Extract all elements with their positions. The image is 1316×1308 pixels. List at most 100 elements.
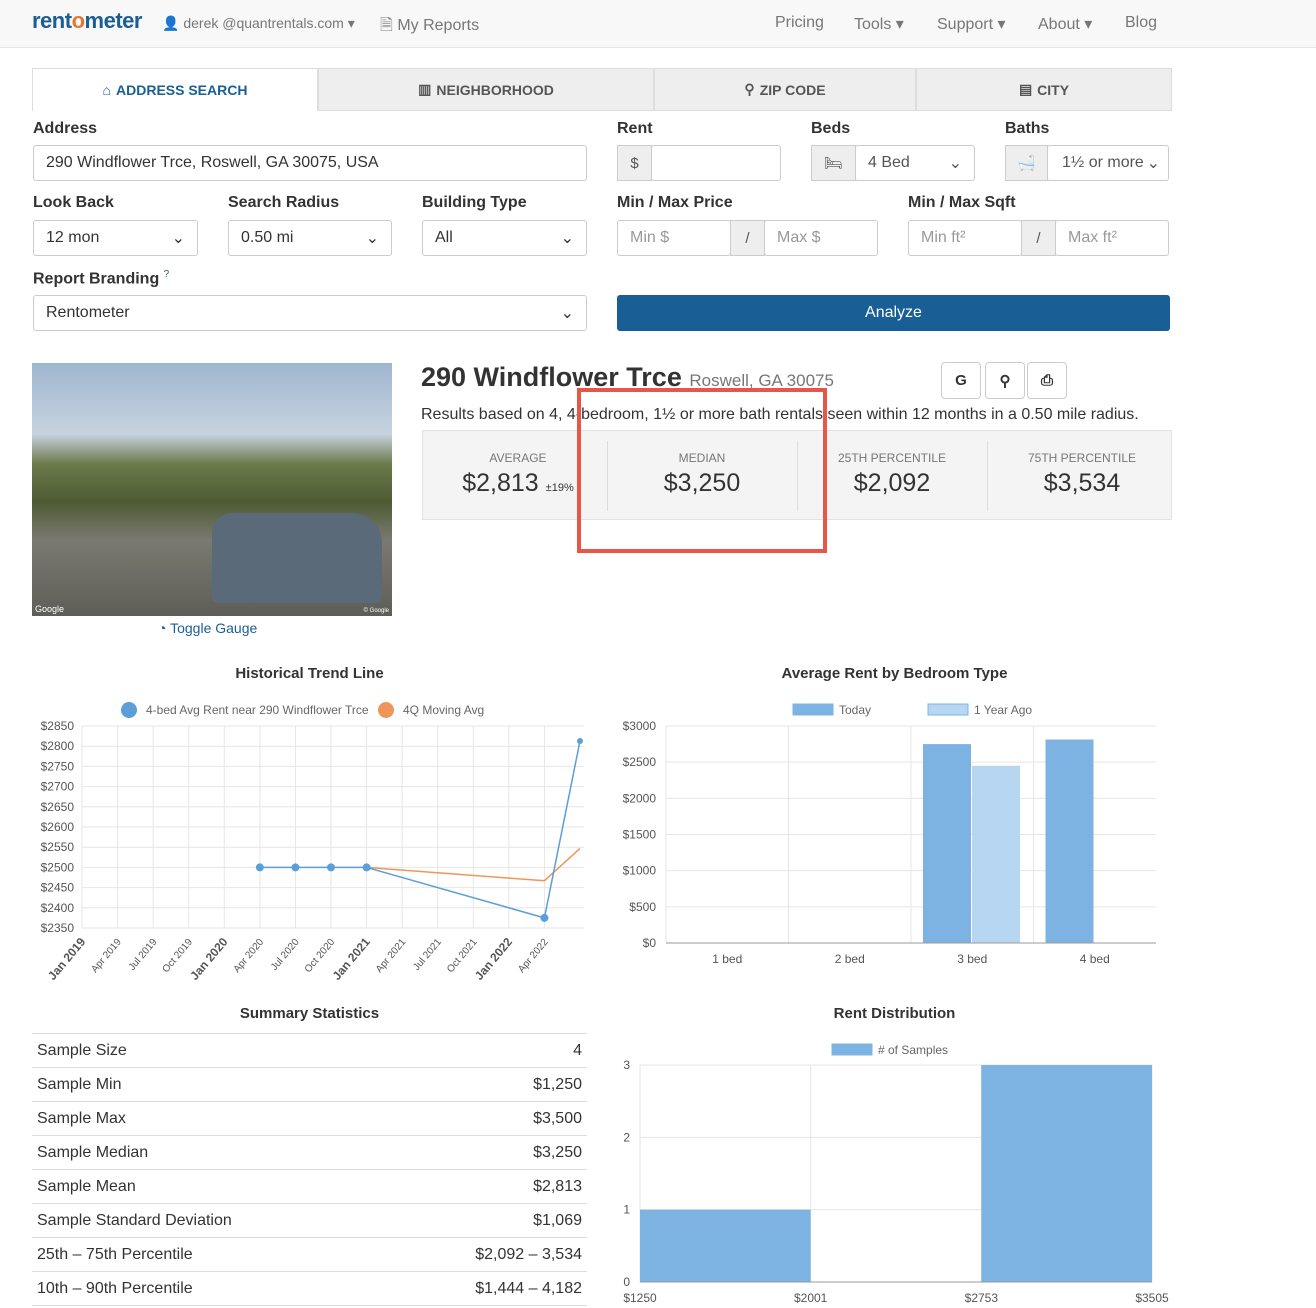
- trend-chart: $2850 $2800 $2750 $2700 $2650 $2600 $2550 $2500…: [41, 702, 584, 983]
- user-icon: 👤: [162, 15, 180, 31]
- nav-about[interactable]: About ▾: [1038, 14, 1092, 34]
- x-tick-label: Jan 2019: [45, 935, 89, 983]
- bar: [981, 1065, 1152, 1282]
- x-tick-label: Jul 2020: [269, 937, 302, 973]
- max-price-input[interactable]: Max $: [764, 220, 878, 256]
- branding-label: Report Branding ?: [33, 269, 170, 288]
- summary-value: $2,813: [533, 1177, 582, 1195]
- y-tick-label: $2400: [41, 901, 75, 915]
- y-tick-label: $2850: [41, 719, 75, 733]
- tab-zip-code[interactable]: ⚲ ZIP CODE: [654, 68, 916, 111]
- tab-address-search[interactable]: ⌂ ADDRESS SEARCH: [32, 68, 318, 111]
- data-point: [540, 913, 549, 922]
- gauge-icon: ◔: [158, 620, 167, 636]
- my-reports-link[interactable]: 🗎 My Reports: [380, 14, 479, 41]
- distribution-chart: 3 2 1 0 # of Samples $1250 $2001 $2753 $3505: [623, 1043, 1169, 1305]
- rent-label: Rent: [617, 120, 653, 137]
- x-tick-label: Apr 2019: [89, 937, 124, 975]
- summary-label: Sample Mean: [37, 1177, 136, 1195]
- radius-select[interactable]: 0.50 mi ⌄: [228, 220, 392, 256]
- legend-swatch: [831, 1043, 873, 1056]
- price-label: Min / Max Price: [617, 194, 733, 211]
- summary-row: Sample Mean $2,813: [32, 1169, 587, 1203]
- x-tick-label: Jul 2021: [411, 937, 444, 973]
- toggle-gauge-link[interactable]: ◔ Toggle Gauge: [158, 620, 257, 636]
- tab-neighborhood[interactable]: ▥ NEIGHBORHOOD: [318, 68, 654, 111]
- nav-tools[interactable]: Tools ▾: [854, 14, 904, 34]
- x-tick-label: Jan 2022: [472, 935, 516, 983]
- y-tick-label: $0: [643, 936, 657, 950]
- series-line: [259, 740, 581, 919]
- summary-value: $1,069: [533, 1211, 582, 1229]
- street-view-photo: Google © Google: [32, 363, 392, 616]
- user-menu[interactable]: 👤 derek @quantrentals.com ▾: [162, 15, 355, 32]
- analyze-button[interactable]: Analyze: [617, 295, 1170, 331]
- summary-label: Sample Min: [37, 1075, 122, 1093]
- street-view-button[interactable]: ⚲: [985, 362, 1025, 399]
- chevron-down-icon: ⌄: [1146, 155, 1160, 172]
- rent-input[interactable]: [651, 145, 781, 181]
- nav-pricing[interactable]: Pricing: [775, 14, 824, 32]
- min-sqft-input[interactable]: Min ft²: [908, 220, 1022, 256]
- legend-swatch: [927, 703, 969, 716]
- x-tick-label: $1250: [623, 1291, 657, 1305]
- x-tick-label: 1 bed: [712, 952, 742, 966]
- map-marker-icon: ⚲: [744, 81, 755, 97]
- tab-city[interactable]: ▤ CITY: [916, 68, 1172, 111]
- radius-label: Search Radius: [228, 194, 340, 211]
- baths-select[interactable]: 1½ or more ⌄: [1047, 145, 1169, 181]
- y-tick-label: $2350: [41, 921, 75, 935]
- y-tick-label: $2750: [41, 759, 75, 773]
- x-tick-label: Jul 2019: [127, 937, 160, 973]
- slash-addon: /: [1021, 220, 1056, 256]
- summary-label: Sample Median: [37, 1143, 149, 1161]
- data-point: [362, 863, 371, 872]
- summary-label: 10th – 90th Percentile: [37, 1279, 193, 1297]
- y-tick-label: $2500: [623, 755, 657, 769]
- bar: [923, 744, 971, 943]
- dollar-addon: $: [617, 145, 652, 181]
- nav-blog[interactable]: Blog: [1125, 14, 1157, 32]
- legend-label: # of Samples: [878, 1043, 948, 1057]
- bedroom-chart: $3000 $2500 $2000 $1500 $1000 $500 $0 Today 1 Ye…: [623, 703, 1156, 966]
- summary-stats-title: Summary Statistics: [239, 1005, 380, 1022]
- lookback-select[interactable]: 12 mon ⌄: [33, 220, 198, 256]
- slash-addon: /: [730, 220, 765, 256]
- y-tick-label: $2600: [41, 820, 75, 834]
- branding-select[interactable]: Rentometer ⌄: [33, 295, 587, 331]
- baths-label: Baths: [1005, 120, 1050, 137]
- city-icon: ▤: [1018, 81, 1033, 97]
- max-sqft-input[interactable]: Max ft²: [1055, 220, 1169, 256]
- chevron-down-icon: ⌄: [560, 305, 574, 322]
- beds-select[interactable]: 4 Bed ⌄: [855, 145, 975, 181]
- logo[interactable]: rentometer: [32, 8, 142, 34]
- photo-copyright: © Google: [363, 608, 389, 614]
- building-type-label: Building Type: [422, 194, 527, 211]
- summary-value: 4: [573, 1041, 582, 1059]
- top-navbar: rentometer 👤 derek @quantrentals.com ▾ 🗎…: [0, 0, 1316, 48]
- y-tick-label: $2700: [41, 780, 75, 794]
- x-tick-label: 2 bed: [835, 952, 865, 966]
- nav-support[interactable]: Support ▾: [937, 14, 1006, 34]
- building-type-select[interactable]: All ⌄: [422, 220, 587, 256]
- y-tick-label: 3: [623, 1058, 630, 1072]
- help-icon[interactable]: ?: [164, 269, 170, 280]
- y-tick-label: $2000: [623, 791, 657, 805]
- summary-row: Sample Min $1,250: [32, 1067, 587, 1101]
- address-input[interactable]: 290 Windflower Trce, Roswell, GA 30075, …: [33, 145, 587, 181]
- x-tick-label: $3505: [1135, 1291, 1169, 1305]
- y-tick-label: $1000: [623, 864, 657, 878]
- google-button[interactable]: G: [941, 362, 981, 399]
- y-tick-label: 1: [623, 1203, 630, 1217]
- min-price-input[interactable]: Min $: [617, 220, 731, 256]
- legend-swatch: [792, 703, 834, 716]
- legend-label: 4Q Moving Avg: [403, 703, 484, 717]
- print-button[interactable]: ⎙: [1027, 362, 1067, 399]
- data-point: [577, 737, 583, 744]
- y-tick-label: $2800: [41, 739, 75, 753]
- trend-chart-title: Historical Trend Line: [235, 665, 384, 682]
- x-tick-label: Jan 2020: [187, 935, 231, 983]
- x-tick-label: $2001: [794, 1291, 828, 1305]
- summary-value: $1,250: [533, 1075, 582, 1093]
- x-tick-label: Apr 2021: [374, 937, 409, 975]
